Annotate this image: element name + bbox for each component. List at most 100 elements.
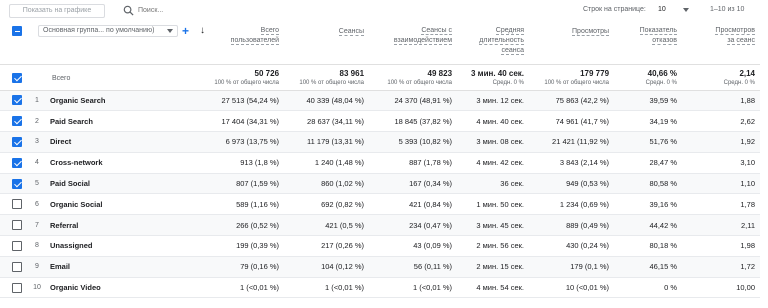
- row-checkbox[interactable]: [12, 116, 22, 127]
- header-engaged-l2: взаимодействием: [393, 37, 453, 45]
- table-toolbar: Показать на графике Строк на странице: 1…: [0, 0, 768, 22]
- header-duration-l1: Средняя: [495, 27, 525, 35]
- totals-checkbox[interactable]: [12, 72, 22, 83]
- row-index: 9: [28, 256, 46, 278]
- row-checkbox[interactable]: [12, 282, 22, 293]
- add-dimension-icon[interactable]: +: [182, 25, 189, 37]
- cell-vps: 2,11: [682, 214, 761, 237]
- row-channel-link[interactable]: Cross-network: [46, 152, 197, 174]
- row-checkbox[interactable]: [12, 95, 22, 106]
- row-checkbox[interactable]: [12, 136, 22, 147]
- search-input[interactable]: [138, 4, 258, 17]
- cell-users: 199 (0,39 %): [196, 235, 285, 257]
- row-index: 3: [28, 131, 46, 153]
- cell-engaged: 18 845 (37,82 %): [369, 110, 458, 133]
- cell-bounce: 46,15 %: [614, 256, 683, 278]
- header-sessions-l1: Сеансы: [338, 28, 365, 36]
- cell-vps: 3,10: [682, 152, 761, 174]
- cell-duration: 3 мин. 45 сек.: [457, 214, 530, 237]
- total-vps-sub: Средн. 0 %: [723, 79, 756, 86]
- total-users-sub: 100 % от общего числа: [214, 79, 280, 86]
- cell-sessions: 40 339 (48,04 %): [284, 90, 370, 112]
- cell-sessions: 1 (<0,01 %): [284, 277, 370, 299]
- cell-vps: 1,88: [682, 90, 761, 112]
- select-all-checkbox[interactable]: [12, 26, 22, 36]
- header-views[interactable]: Просмотры: [529, 22, 615, 65]
- cell-bounce: 39,16 %: [614, 193, 683, 216]
- total-views-sub: 100 % от общего числа: [544, 79, 610, 86]
- row-channel-link[interactable]: Email: [46, 256, 197, 278]
- cell-vps: 10,00: [682, 277, 761, 299]
- total-sessions-sub: 100 % от общего числа: [299, 79, 365, 86]
- cell-bounce: 44,42 %: [614, 214, 683, 237]
- cell-sessions: 28 637 (34,11 %): [284, 110, 370, 133]
- cell-users: 27 513 (54,24 %): [196, 90, 285, 112]
- cell-vps: 1,10: [682, 173, 761, 195]
- cell-views: 1 234 (0,69 %): [529, 193, 615, 216]
- row-index: 10: [28, 277, 46, 299]
- row-index: 8: [28, 235, 46, 257]
- row-channel-link[interactable]: Paid Search: [46, 110, 197, 133]
- chevron-down-icon[interactable]: [683, 8, 689, 12]
- row-channel-link[interactable]: Organic Video: [46, 277, 197, 299]
- header-users-l2: пользователей: [230, 37, 280, 45]
- row-checkbox[interactable]: [12, 178, 22, 189]
- sort-down-icon[interactable]: ↓: [200, 26, 205, 36]
- cell-users: 79 (0,16 %): [196, 256, 285, 278]
- search-icon: [123, 5, 134, 16]
- cell-engaged: 887 (1,78 %): [369, 152, 458, 174]
- cell-engaged: 1 (<0,01 %): [369, 277, 458, 299]
- table-row: 10 Organic Video 1 (<0,01 %) 1 (<0,01 %) 1 (…: [0, 277, 761, 299]
- row-channel-link[interactable]: Organic Search: [46, 90, 197, 112]
- header-row: Основная группа... по умолчанию) + ↓ Всег…: [0, 22, 761, 65]
- row-index: 6: [28, 193, 46, 216]
- cell-bounce: 80,18 %: [614, 235, 683, 257]
- total-sessions: 83 961: [339, 68, 365, 78]
- cell-engaged: 5 393 (10,82 %): [369, 131, 458, 153]
- header-bounce-l1: Показатель: [639, 27, 678, 35]
- row-channel-link[interactable]: Unassigned: [46, 235, 197, 257]
- total-views: 179 779: [580, 68, 610, 78]
- totals-row: Всего 50 726 100 % от общего числа 83 961…: [0, 64, 761, 91]
- cell-users: 913 (1,8 %): [196, 152, 285, 174]
- row-index: 4: [28, 152, 46, 174]
- dimension-select[interactable]: Основная группа... по умолчанию): [38, 25, 178, 37]
- total-bounce: 40,66 %: [647, 68, 678, 78]
- row-index: 5: [28, 173, 46, 195]
- header-bounce-l2: отказов: [652, 37, 678, 45]
- row-checkbox[interactable]: [12, 220, 22, 231]
- row-channel-link[interactable]: Organic Social: [46, 193, 197, 216]
- row-checkbox[interactable]: [12, 199, 22, 210]
- header-sessions[interactable]: Сеансы: [284, 22, 370, 65]
- cell-bounce: 34,19 %: [614, 110, 683, 133]
- total-duration-sub: Средн. 0 %: [492, 79, 525, 86]
- rows-per-page-select[interactable]: 10: [658, 6, 666, 13]
- header-users-l1: Всего: [260, 27, 280, 35]
- pagination-range: 1–10 из 10: [710, 6, 745, 13]
- total-users: 50 726: [254, 68, 280, 78]
- header-engaged[interactable]: Сеансы с взаимодействием: [369, 22, 458, 65]
- cell-duration: 4 мин. 40 сек.: [457, 110, 530, 133]
- cell-engaged: 43 (0,09 %): [369, 235, 458, 257]
- row-channel-link[interactable]: Referral: [46, 214, 197, 237]
- plot-chart-button[interactable]: Показать на графике: [9, 4, 105, 18]
- cell-vps: 1,92: [682, 131, 761, 153]
- row-checkbox[interactable]: [12, 157, 22, 168]
- table-row: 5 Paid Social 807 (1,59 %) 860 (1,02 %) 167 …: [0, 173, 761, 195]
- cell-users: 1 (<0,01 %): [196, 277, 285, 299]
- row-checkbox[interactable]: [12, 261, 22, 272]
- row-channel-link[interactable]: Paid Social: [46, 173, 197, 195]
- header-bounce[interactable]: Показатель отказов: [614, 22, 683, 65]
- cell-users: 6 973 (13,75 %): [196, 131, 285, 153]
- table-row: 4 Cross-network 913 (1,8 %) 1 240 (1,48 %) 8…: [0, 152, 761, 174]
- row-checkbox[interactable]: [12, 240, 22, 251]
- table-row: 6 Organic Social 589 (1,16 %) 692 (0,82 %) 4…: [0, 193, 761, 216]
- row-channel-link[interactable]: Direct: [46, 131, 197, 153]
- cell-sessions: 860 (1,02 %): [284, 173, 370, 195]
- header-users[interactable]: ↓ Всего пользователей: [196, 22, 285, 65]
- total-engaged-sub: 100 % от общего числа: [387, 79, 453, 86]
- total-duration: 3 мин. 40 сек.: [470, 68, 525, 78]
- header-vps[interactable]: Просмотров за сеанс: [682, 22, 761, 65]
- header-duration[interactable]: Средняя длительность сеанса: [457, 22, 530, 65]
- cell-sessions: 11 179 (13,31 %): [284, 131, 370, 153]
